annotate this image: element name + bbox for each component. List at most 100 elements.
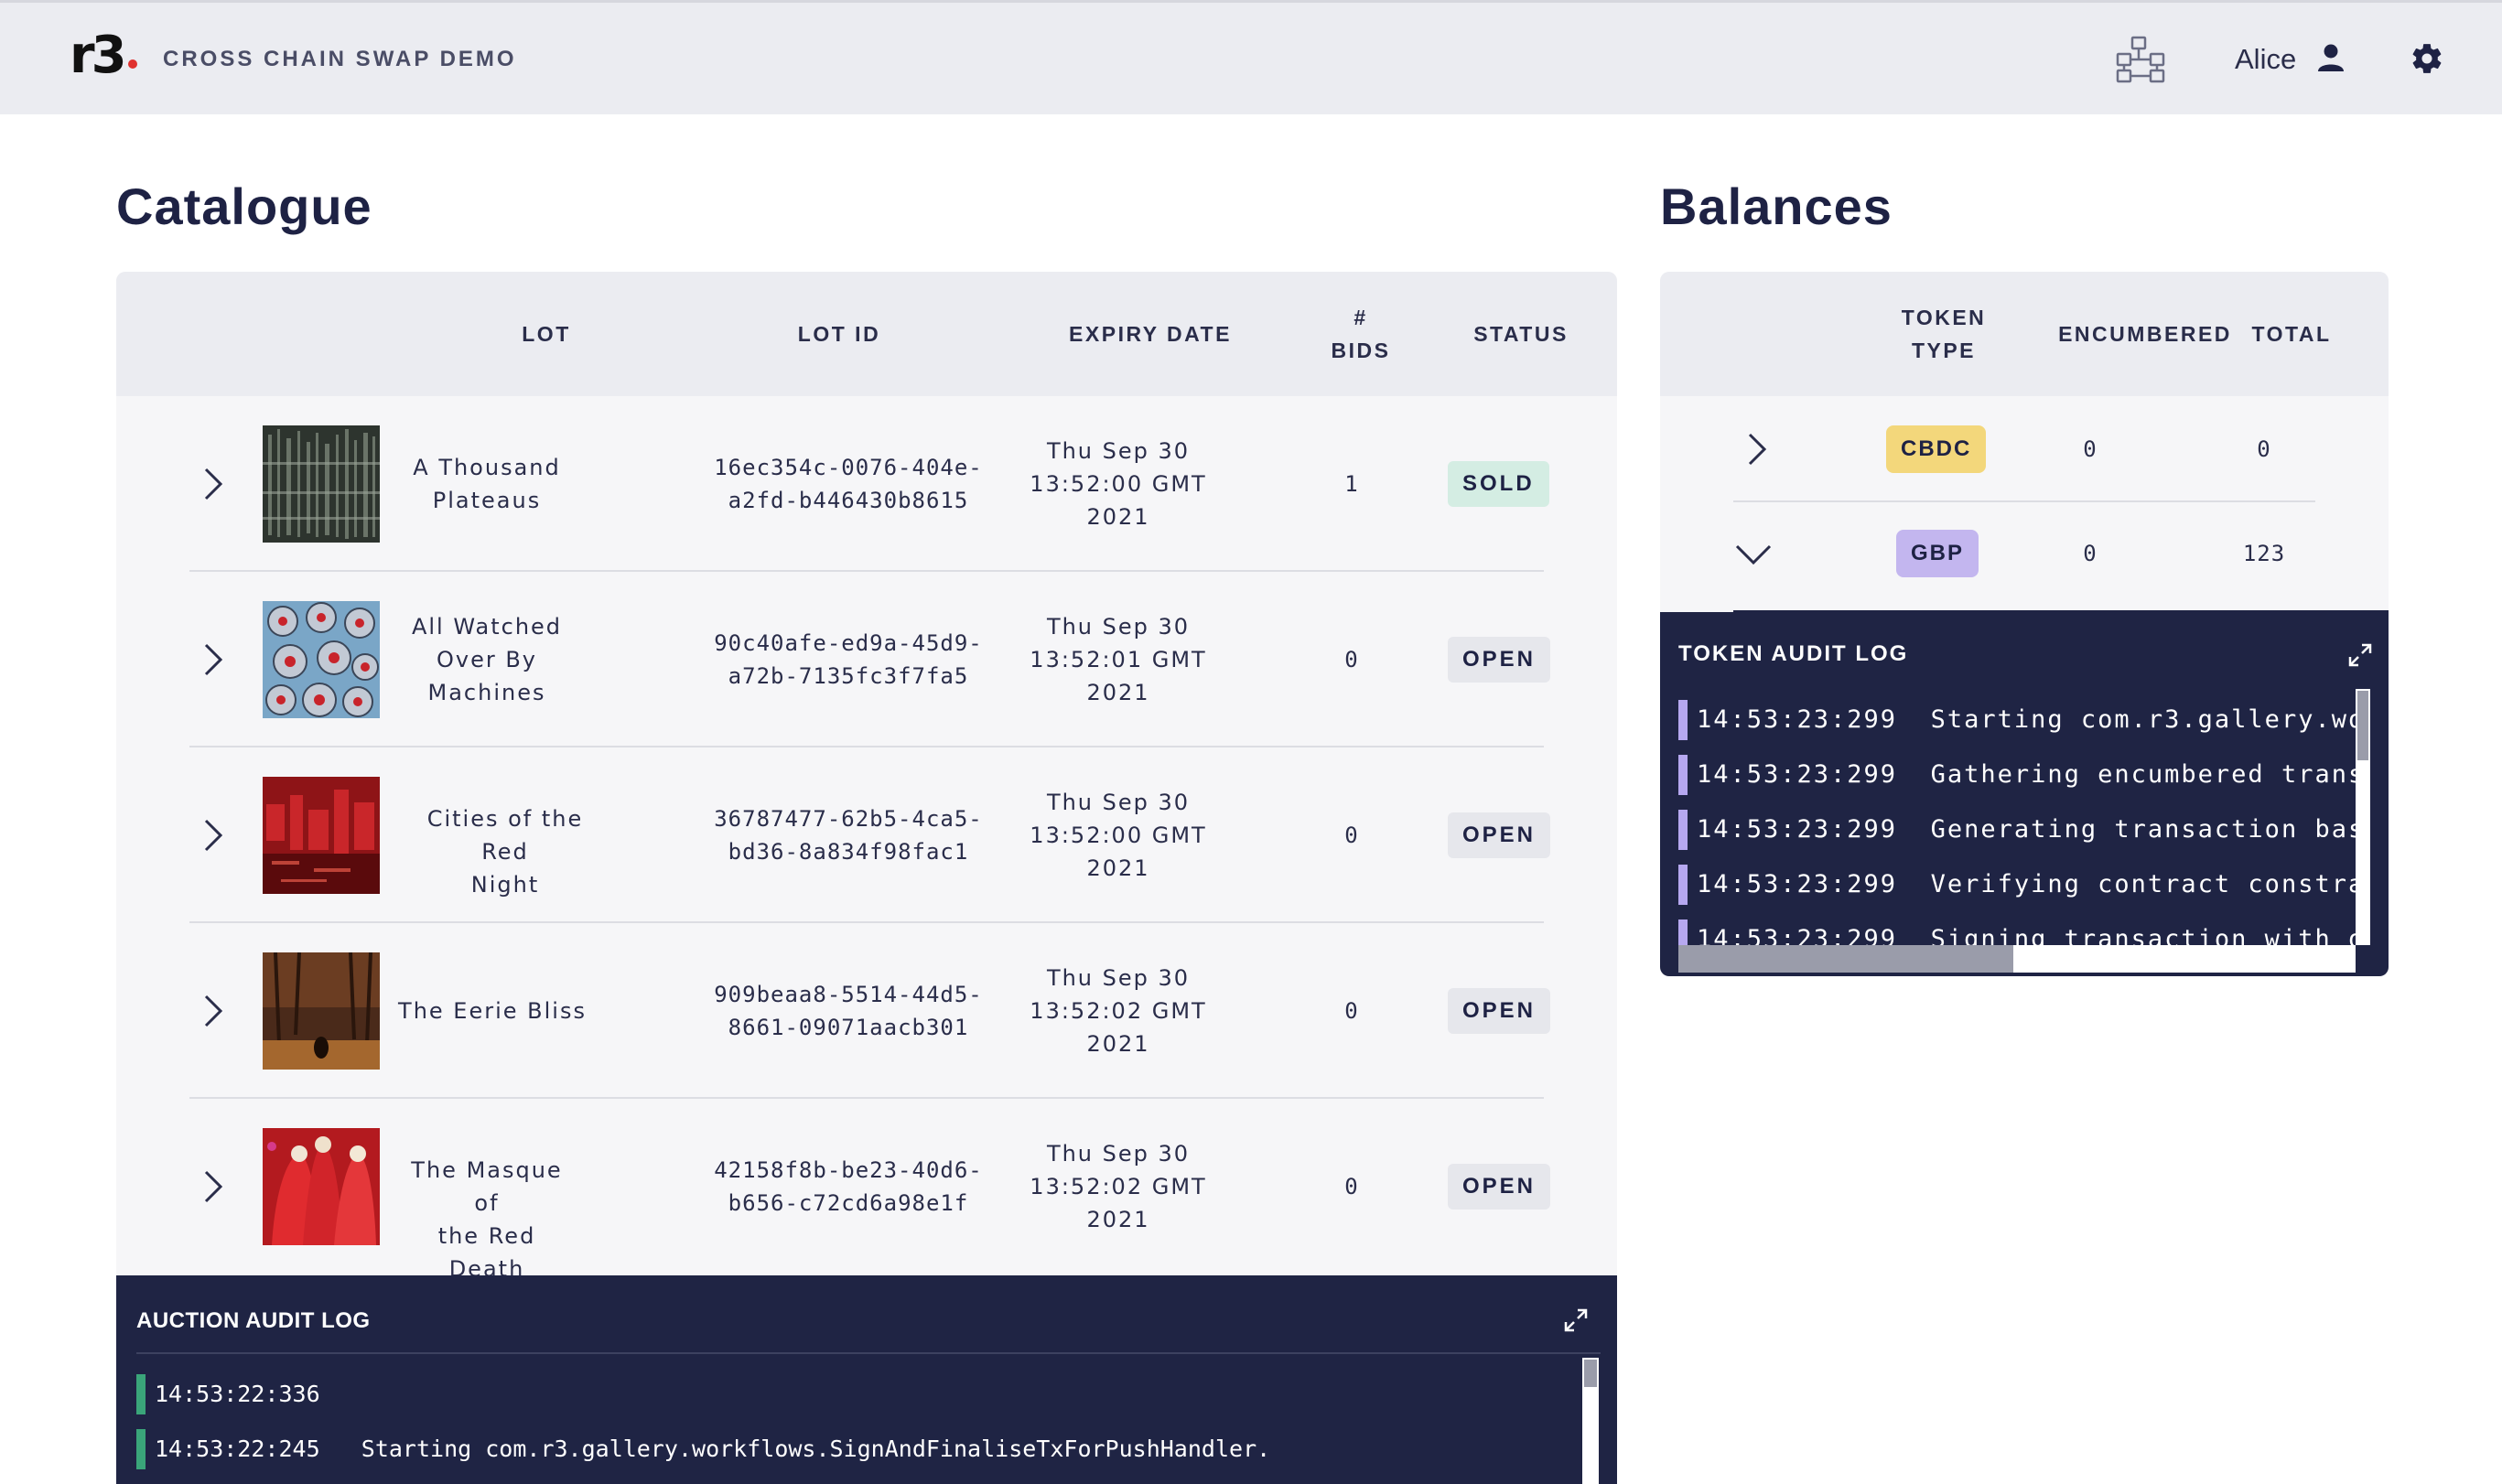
scrollbar[interactable] — [1582, 1358, 1599, 1484]
auction-audit-log: AUCTION AUDIT LOG 14:53:22:336 14:53:22:… — [116, 1275, 1617, 1484]
status-badge: OPEN — [1448, 1164, 1551, 1210]
chevron-right-icon[interactable] — [200, 641, 226, 678]
log-level-bar — [1678, 919, 1688, 945]
bid-count: 1 — [1344, 471, 1359, 497]
app-title: CROSS CHAIN SWAP DEMO — [163, 47, 517, 71]
catalogue-title: Catalogue — [116, 177, 372, 235]
lot-thumbnail[interactable] — [263, 952, 380, 1070]
network-icon[interactable] — [2116, 36, 2167, 83]
chevron-right-icon[interactable] — [1744, 431, 1770, 468]
token-log-viewport[interactable]: 14:53:23:299 Starting com.r3.gallery.wor… — [1678, 689, 2356, 945]
col-bids-symbol: # — [1353, 306, 1368, 329]
lot-id: 90c40afe-ed9a-45d9- a72b-7135fc3f7fa5 — [714, 630, 983, 689]
lot-name: A Thousand Plateaus — [413, 455, 561, 513]
col-expiry-date[interactable]: EXPIRY DATE — [1013, 317, 1288, 350]
token-badge: CBDC — [1886, 425, 1987, 473]
balances-header-row: TOKEN TYPE ENCUMBERED TOTAL — [1660, 272, 2389, 396]
log-entry: 14:53:23:299 Signing transaction with ou… — [1678, 919, 2356, 945]
log-level-bar — [1678, 700, 1688, 740]
user-name[interactable]: Alice — [2235, 43, 2296, 76]
log-level-bar — [1678, 755, 1688, 795]
col-encumbered[interactable]: ENCUMBERED — [2054, 317, 2237, 350]
catalogue-header-row: LOT LOT ID EXPIRY DATE # BIDS STATUS — [116, 272, 1617, 396]
balance-row[interactable]: GBP 0 123 — [1733, 504, 2389, 610]
balances-title: Balances — [1660, 177, 1893, 235]
log-entry: 14:53:22:245 Starting com.r3.gallery.wor… — [136, 1429, 1270, 1469]
expand-icon[interactable] — [2346, 641, 2374, 669]
status-badge: OPEN — [1448, 812, 1551, 858]
chevron-right-icon[interactable] — [200, 1168, 226, 1205]
total-value: 0 — [2257, 436, 2271, 462]
user-icon[interactable] — [2316, 43, 2346, 72]
lot-thumbnail[interactable] — [263, 1128, 380, 1245]
lot-id: 36787477-62b5-4ca5- bd36-8a834f98fac1 — [714, 806, 983, 865]
scrollbar-thumb[interactable] — [2357, 691, 2368, 760]
lot-thumbnail[interactable] — [263, 777, 380, 894]
balances-table: TOKEN TYPE ENCUMBERED TOTAL CBDC 0 0 GBP… — [1660, 272, 2389, 976]
col-status[interactable]: STATUS — [1434, 317, 1608, 350]
token-audit-title: TOKEN AUDIT LOG — [1678, 641, 1909, 666]
logo-dot — [128, 59, 137, 69]
lot-id: 909beaa8-5514-44d5- 8661-09071aacb301 — [714, 982, 983, 1040]
log-level-bar — [1678, 810, 1688, 850]
table-row[interactable]: All Watched Over By Machines 90c40afe-ed… — [189, 572, 1551, 747]
expiry-date: Thu Sep 30 13:52:01 GMT 2021 — [1030, 614, 1207, 705]
scrollbar-thumb[interactable] — [1678, 945, 2013, 973]
chevron-down-icon[interactable] — [1733, 541, 1774, 566]
table-row[interactable]: The Masque of the Red Death 42158f8b-be2… — [189, 1099, 1551, 1282]
gear-icon[interactable] — [2410, 41, 2444, 76]
col-token-type[interactable]: TYPE — [1861, 334, 2026, 367]
status-badge: SOLD — [1448, 461, 1549, 507]
log-entry: 14:53:23:299 Starting com.r3.gallery.wor… — [1678, 700, 2356, 740]
bid-count: 0 — [1344, 1174, 1359, 1199]
log-entry: 14:53:23:299 Generating transaction base… — [1678, 810, 2356, 850]
log-entry: 14:53:22:336 — [136, 1374, 320, 1414]
lot-name: All Watched Over By Machines — [411, 614, 563, 705]
status-badge: OPEN — [1448, 637, 1551, 683]
divider — [136, 1352, 1601, 1354]
lot-id: 16ec354c-0076-404e- a2fd-b446430b8615 — [714, 455, 983, 513]
auction-audit-title: AUCTION AUDIT LOG — [136, 1308, 371, 1333]
bid-count: 0 — [1344, 647, 1359, 672]
col-lot[interactable]: LOT — [409, 317, 684, 350]
log-level-bar — [1678, 865, 1688, 905]
lot-thumbnail[interactable] — [263, 425, 380, 543]
chevron-right-icon[interactable] — [200, 993, 226, 1029]
scrollbar-thumb[interactable] — [1584, 1360, 1597, 1387]
col-token-type-1: TOKEN — [1901, 306, 1987, 329]
log-level-bar — [136, 1429, 146, 1469]
horizontal-scrollbar[interactable] — [1678, 945, 2356, 973]
balance-row[interactable]: CBDC 0 0 — [1733, 396, 2315, 502]
bid-count: 0 — [1344, 998, 1359, 1024]
total-value: 123 — [2242, 541, 2286, 566]
expiry-date: Thu Sep 30 13:52:02 GMT 2021 — [1030, 965, 1207, 1057]
table-row[interactable]: The Eerie Bliss 909beaa8-5514-44d5- 8661… — [189, 923, 1551, 1099]
token-audit-log: TOKEN AUDIT LOG 14:53:23:299 Starting co… — [1660, 610, 2389, 976]
log-level-bar — [136, 1374, 146, 1414]
chevron-right-icon[interactable] — [200, 466, 226, 502]
log-entry: 14:53:23:299 Verifying contract constrai… — [1678, 865, 2356, 905]
col-bids[interactable]: BIDS — [1306, 334, 1416, 367]
chevron-right-icon[interactable] — [200, 817, 226, 854]
expiry-date: Thu Sep 30 13:52:00 GMT 2021 — [1030, 790, 1207, 881]
expiry-date: Thu Sep 30 13:52:00 GMT 2021 — [1030, 438, 1207, 530]
expand-icon[interactable] — [1562, 1307, 1590, 1334]
table-row[interactable]: A Thousand Plateaus 16ec354c-0076-404e- … — [189, 396, 1549, 572]
logo-text: r3 — [70, 26, 127, 85]
r3-logo[interactable]: r3 — [70, 30, 138, 85]
lot-id: 42158f8b-be23-40d6- b656-c72cd6a98e1f — [714, 1157, 983, 1216]
expiry-date: Thu Sep 30 13:52:02 GMT 2021 — [1030, 1141, 1207, 1232]
scrollbar[interactable] — [2356, 689, 2370, 945]
log-entry: 14:53:23:299 Gathering encumbered transa… — [1678, 755, 2356, 795]
encumbered-value: 0 — [2083, 436, 2098, 462]
col-total[interactable]: TOTAL — [2227, 317, 2356, 350]
encumbered-value: 0 — [2083, 541, 2098, 566]
tab-notch — [1660, 610, 1733, 612]
lot-name: The Masque of the Red Death — [411, 1157, 563, 1282]
bid-count: 0 — [1344, 823, 1359, 848]
lot-thumbnail[interactable] — [263, 601, 380, 718]
col-lot-id[interactable]: LOT ID — [702, 317, 976, 350]
token-badge: GBP — [1896, 530, 1979, 577]
table-row[interactable]: Cities of the Red Night 36787477-62b5-4c… — [189, 747, 1551, 923]
app-header: r3 CROSS CHAIN SWAP DEMO Alice — [0, 0, 2502, 114]
